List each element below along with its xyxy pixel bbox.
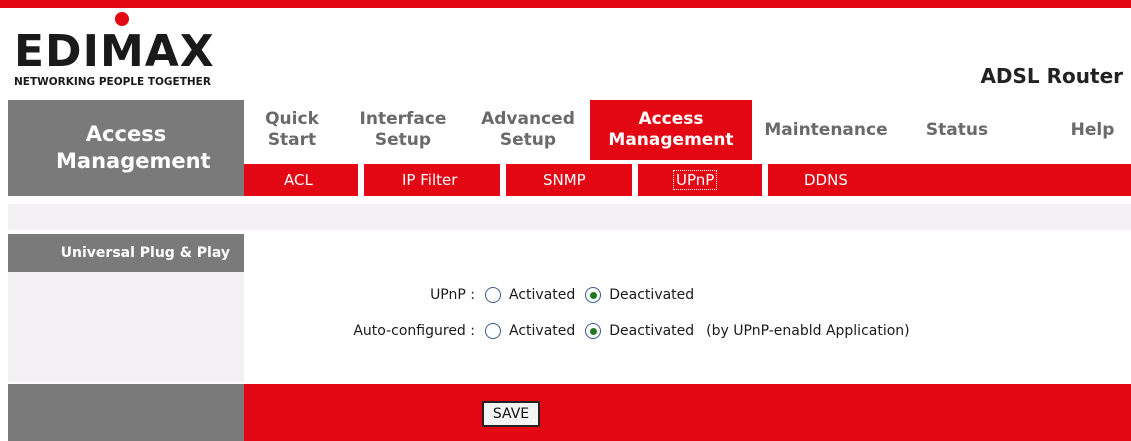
top-accent-bar bbox=[0, 0, 1131, 8]
nav-maintenance[interactable]: Maintenance bbox=[752, 100, 900, 160]
nav-quick-start[interactable]: Quick Start bbox=[244, 100, 340, 160]
sub-nav: ACL IP Filter SNMP UPnP DDNS bbox=[244, 164, 1131, 196]
nav-help[interactable]: Help bbox=[1054, 100, 1131, 160]
page-section-title-text: Access Management bbox=[56, 122, 211, 173]
section-title: Universal Plug & Play bbox=[8, 234, 244, 272]
spacer-strip bbox=[8, 204, 1131, 230]
product-name: ADSL Router bbox=[980, 64, 1123, 88]
nav-access-management[interactable]: Access Management bbox=[590, 100, 752, 160]
footer-action-bar bbox=[244, 384, 1131, 441]
upnp-deactivated-radio[interactable] bbox=[585, 287, 602, 303]
auto-configured-row: Auto-configured : Activated Deactivated … bbox=[340, 321, 916, 341]
subnav-divider bbox=[500, 164, 506, 196]
nav-interface-setup[interactable]: Interface Setup bbox=[340, 100, 466, 160]
subnav-ddns[interactable]: DDNS bbox=[804, 164, 848, 196]
subnav-ip-filter[interactable]: IP Filter bbox=[402, 164, 457, 196]
upnp-label: UPnP : bbox=[430, 287, 475, 303]
nav-status[interactable]: Status bbox=[900, 100, 1014, 160]
subnav-upnp[interactable]: UPnP bbox=[673, 164, 718, 196]
main-nav: Quick Start Interface Setup Advanced Set… bbox=[244, 100, 1131, 160]
save-button[interactable]: SAVE bbox=[482, 401, 540, 427]
auto-deactivated-label: Deactivated bbox=[609, 323, 695, 339]
page-section-title: Access Management bbox=[8, 100, 244, 196]
left-panel bbox=[8, 272, 244, 382]
upnp-row: UPnP : Activated Deactivated bbox=[380, 285, 700, 305]
auto-activated-label: Activated bbox=[509, 323, 576, 339]
footer-left-bar bbox=[8, 384, 244, 441]
upnp-deactivated-label: Deactivated bbox=[609, 287, 695, 303]
logo-tagline: NETWORKING PEOPLE TOGETHER bbox=[14, 76, 211, 88]
subnav-divider bbox=[358, 164, 364, 196]
logo-dot-icon bbox=[115, 12, 129, 26]
upnp-activated-label: Activated bbox=[509, 287, 576, 303]
auto-configured-note: (by UPnP-enabld Application) bbox=[706, 323, 910, 339]
auto-activated-radio[interactable] bbox=[485, 323, 501, 339]
subnav-divider bbox=[632, 164, 638, 196]
auto-configured-label: Auto-configured : bbox=[353, 323, 475, 339]
upnp-activated-radio[interactable] bbox=[485, 287, 501, 303]
subnav-divider bbox=[762, 164, 768, 196]
edimax-logo: EDIMAX NETWORKING PEOPLE TOGETHER bbox=[12, 12, 257, 88]
nav-advanced-setup[interactable]: Advanced Setup bbox=[466, 100, 590, 160]
subnav-acl[interactable]: ACL bbox=[284, 164, 313, 196]
subnav-snmp[interactable]: SNMP bbox=[543, 164, 586, 196]
auto-deactivated-radio[interactable] bbox=[585, 323, 602, 339]
logo-wordmark: EDIMAX bbox=[14, 26, 215, 77]
